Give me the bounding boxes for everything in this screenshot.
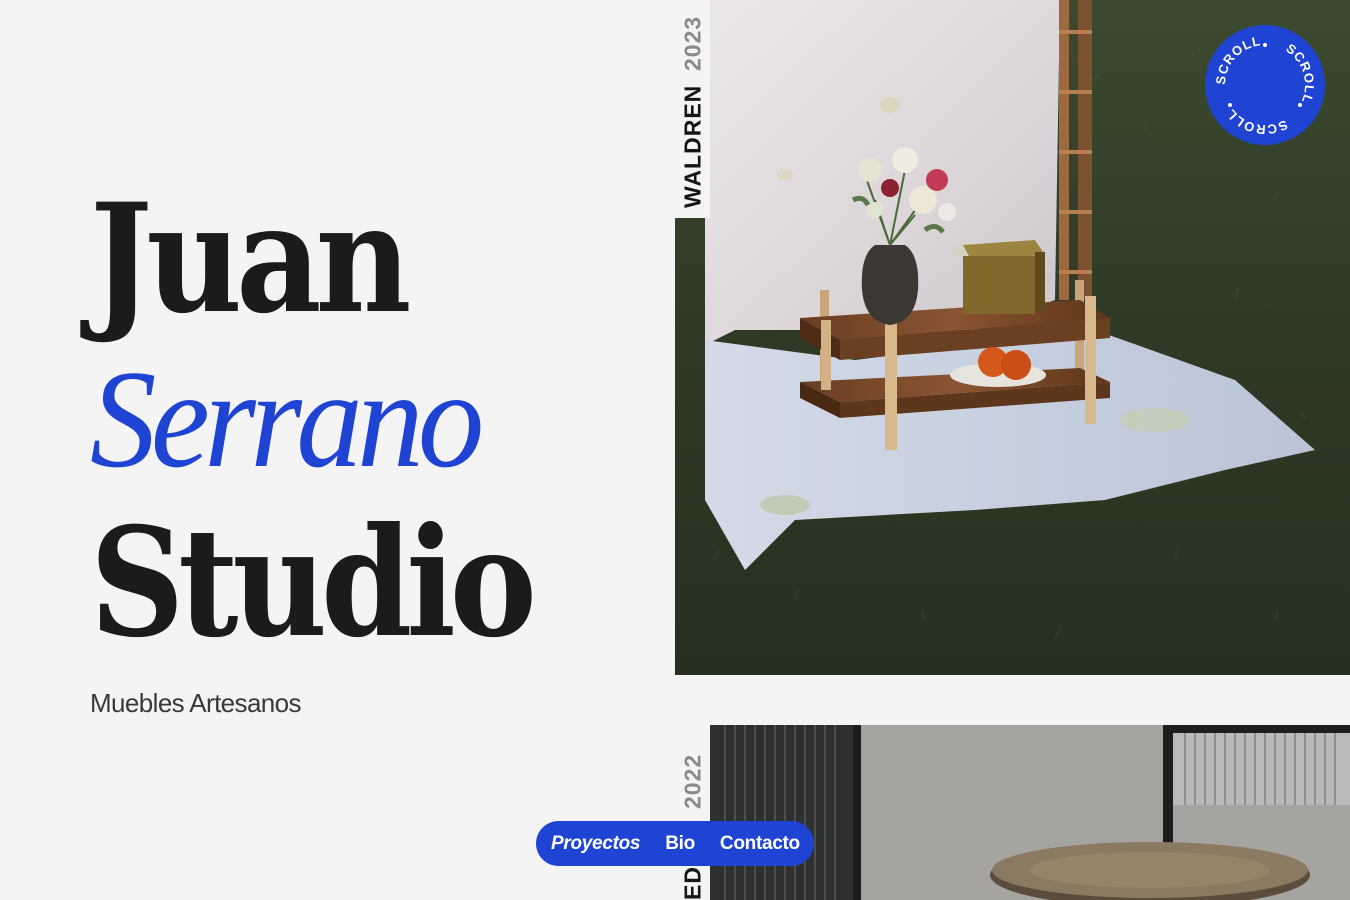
nav-proyectos[interactable]: Proyectos [551,833,640,855]
project-year: 2023 [679,15,705,71]
project-year: 2022 [679,753,705,809]
title-line-serrano: Serrano [90,342,484,497]
title-line-studio: Studio [90,495,537,671]
project-name: WALDREN [679,84,705,208]
project-card-edo[interactable]: EDO A 2022 [675,725,1350,900]
project-label-edo: EDO A 2022 [675,725,710,900]
scroll-circle-icon: SCROLL SCROLL SCROLL [1205,25,1325,145]
scroll-badge[interactable]: SCROLL SCROLL SCROLL [1205,25,1325,145]
project-label-waldren: WALDREN 2023 [675,0,710,218]
title-line-juan: Juan [90,171,411,347]
hero-subtitle: Muebles Artesanos [90,688,302,718]
project-photo-edo [675,725,1350,900]
main-nav: Proyectos Bio Contacto [536,821,814,866]
nav-bio[interactable]: Bio [665,833,695,855]
nav-contacto[interactable]: Contacto [720,833,800,855]
